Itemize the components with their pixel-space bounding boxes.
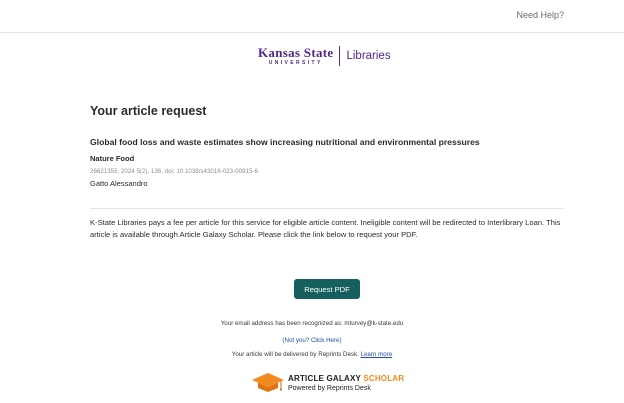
section-divider [90,208,563,209]
logo-line-university: UNIVERSITY [268,60,323,66]
ag-name-prefix: ARTICLE GALAXY [288,373,364,383]
logo-libraries: Libraries [346,50,391,62]
journal-name: Nature Food [90,154,135,163]
article-title: Global food loss and waste estimates sho… [90,137,480,147]
kansas-state-wordmark: Kansas State UNIVERSITY [258,46,333,66]
logo-divider [339,46,341,66]
recognized-email-text: Your email address has been recognized a… [220,320,404,327]
logo-line-kansas-state: Kansas State [258,45,334,60]
delivery-text: Your article will be delivered by Reprin… [231,351,359,358]
page-title: Your article request [90,104,207,118]
kstate-libraries-logo: Kansas State UNIVERSITY Libraries [258,45,391,67]
graduation-cap-icon [252,373,284,392]
fee-notice: K-State Libraries pays a fee per article… [90,218,561,239]
not-you-line: (Not you? Click Here) [0,337,624,344]
not-you-link[interactable]: (Not you? Click Here) [282,337,341,344]
learn-more-link[interactable]: Learn more [361,351,393,358]
request-pdf-button[interactable]: Request PDF [294,279,360,299]
article-galaxy-scholar-name: ARTICLE GALAXY SCHOLAR [288,373,405,383]
powered-by-text: Powered by Reprints Desk [288,384,371,392]
article-galaxy-scholar-logo: ARTICLE GALAXY SCHOLAR Powered by Reprin… [250,370,404,396]
delivery-line: Your article will be delivered by Reprin… [0,351,624,358]
top-bar: Need Help? [0,0,624,33]
citation-details: 26621355, 2024 5(2), 136, doi: 10.1038/s… [90,168,258,175]
article-author: Gatto Alessandro [90,179,148,188]
ag-name-scholar: SCHOLAR [363,373,405,383]
need-help-link[interactable]: Need Help? [516,10,564,20]
